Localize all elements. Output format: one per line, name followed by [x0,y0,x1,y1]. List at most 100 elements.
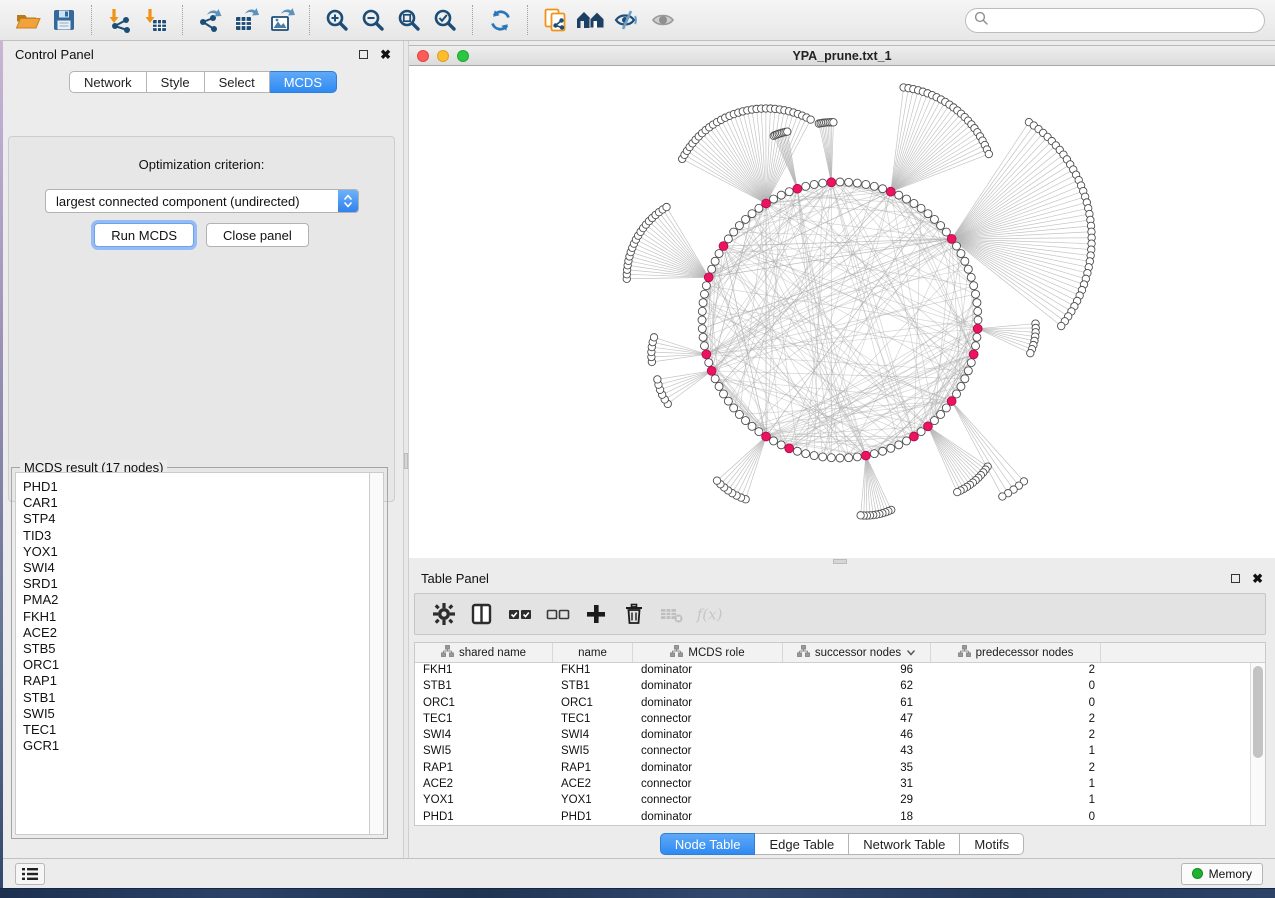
graph-node[interactable] [972,290,980,298]
mcds-list-scrollbar[interactable] [369,472,384,835]
table-cell[interactable]: 61 [783,696,931,712]
graph-node[interactable] [748,210,756,218]
table-cell[interactable]: 43 [783,744,931,760]
mcds-result-item[interactable]: ACE2 [23,625,369,641]
export-network-icon[interactable] [195,5,225,35]
float-panel-icon[interactable] [1231,574,1240,583]
graph-edge[interactable] [638,236,709,278]
show-panels-icon[interactable] [648,5,678,35]
graph-mcds-node[interactable] [785,444,794,453]
table-cell[interactable]: 18 [783,810,931,826]
window-minimize-icon[interactable] [437,50,449,62]
graph-node[interactable] [836,454,844,462]
graph-node[interactable] [972,342,980,350]
table-cell[interactable]: SWI4 [415,728,553,744]
column-header-predecessor-nodes[interactable]: predecessor nodes [931,643,1101,662]
graph-node[interactable] [937,222,945,230]
graph-edge[interactable] [866,456,886,513]
graph-node[interactable] [870,450,878,458]
graph-node[interactable] [857,512,864,519]
mcds-result-item[interactable]: CAR1 [23,495,369,511]
tab-edge-table[interactable]: Edge Table [755,833,849,855]
graph-edge[interactable] [724,437,766,488]
graph-node[interactable] [957,250,965,258]
graph-node[interactable] [793,447,801,455]
table-cell[interactable]: PHD1 [553,810,633,826]
table-cell[interactable]: YOX1 [553,793,633,809]
graph-node[interactable] [702,282,710,290]
graph-edge[interactable] [667,207,709,277]
graph-edge[interactable] [952,159,1067,238]
table-cell[interactable]: ORC1 [415,696,553,712]
graph-node[interactable] [777,191,785,199]
close-panel-icon[interactable]: ✖ [1252,572,1263,585]
graph-edge[interactable] [928,426,983,472]
graph-node[interactable] [845,178,853,186]
graph-node[interactable] [711,375,719,383]
graph-node[interactable] [910,199,918,207]
mcds-result-item[interactable]: GCR1 [23,738,369,754]
table-cell[interactable]: 1 [931,744,1101,760]
graph-node[interactable] [902,437,910,445]
clone-network-icon[interactable] [540,5,570,35]
graph-node[interactable] [705,359,713,367]
graph-mcds-node[interactable] [762,199,771,208]
graph-node[interactable] [698,316,706,324]
table-cell[interactable]: SWI5 [553,744,633,760]
mcds-result-item[interactable]: STP4 [23,511,369,527]
table-cell[interactable]: 29 [783,793,931,809]
graph-mcds-node[interactable] [969,350,978,359]
search-input[interactable] [965,8,1265,33]
graph-node[interactable] [711,257,719,265]
table-cell[interactable]: RAP1 [553,761,633,777]
graph-edge[interactable] [732,437,766,494]
table-cell[interactable]: 2 [931,728,1101,744]
graph-node[interactable] [961,257,969,265]
graph-node[interactable] [961,375,969,383]
graph-node[interactable] [985,150,992,157]
table-cell[interactable]: 2 [931,712,1101,728]
table-cell[interactable]: TEC1 [415,712,553,728]
memory-button[interactable]: Memory [1181,863,1263,885]
graph-node[interactable] [970,282,978,290]
float-panel-icon[interactable] [359,50,368,59]
table-cell[interactable]: RAP1 [415,761,553,777]
open-file-icon[interactable] [13,5,43,35]
mcds-result-item[interactable]: YOX1 [23,544,369,560]
table-cell[interactable]: FKH1 [553,663,633,679]
splitter-grip[interactable] [404,453,408,469]
graph-node[interactable] [802,182,810,190]
graph-node[interactable] [954,488,961,495]
graph-mcds-node[interactable] [762,432,771,441]
columns-icon[interactable] [467,599,497,629]
search-field[interactable] [994,13,1256,27]
table-row[interactable]: RAP1RAP1dominator352 [415,761,1265,777]
table-row[interactable]: ACE2ACE2connector311 [415,777,1265,793]
graph-node[interactable] [967,359,975,367]
graph-mcds-node[interactable] [702,350,711,359]
first-neighbors-icon[interactable] [576,5,606,35]
select-all-icon[interactable] [505,599,535,629]
graph-node[interactable] [730,404,738,412]
graph-edge[interactable] [668,371,712,404]
column-header-MCDS-role[interactable]: MCDS role [633,643,783,662]
table-row[interactable]: SWI4SWI4dominator462 [415,728,1265,744]
graph-edge[interactable] [766,110,784,203]
trash-icon[interactable] [619,599,649,629]
graph-edge[interactable] [703,189,797,303]
graph-edge[interactable] [720,437,766,485]
tab-node-table[interactable]: Node Table [660,833,756,855]
graph-edge[interactable] [643,228,709,277]
table-row[interactable]: PHD1PHD1dominator180 [415,810,1265,826]
table-cell[interactable]: 46 [783,728,931,744]
table-cell[interactable]: ACE2 [415,777,553,793]
table-row[interactable]: STB1STB1dominator620 [415,679,1265,695]
graph-edge[interactable] [952,239,1062,326]
graph-node[interactable] [784,128,791,135]
apply-layout-icon[interactable] [485,5,515,35]
graph-mcds-node[interactable] [861,451,870,460]
graph-node[interactable] [819,453,827,461]
graph-node[interactable] [663,203,670,210]
mcds-result-item[interactable]: ORC1 [23,657,369,673]
network-window-titlebar[interactable]: YPA_prune.txt_1 [409,45,1275,66]
